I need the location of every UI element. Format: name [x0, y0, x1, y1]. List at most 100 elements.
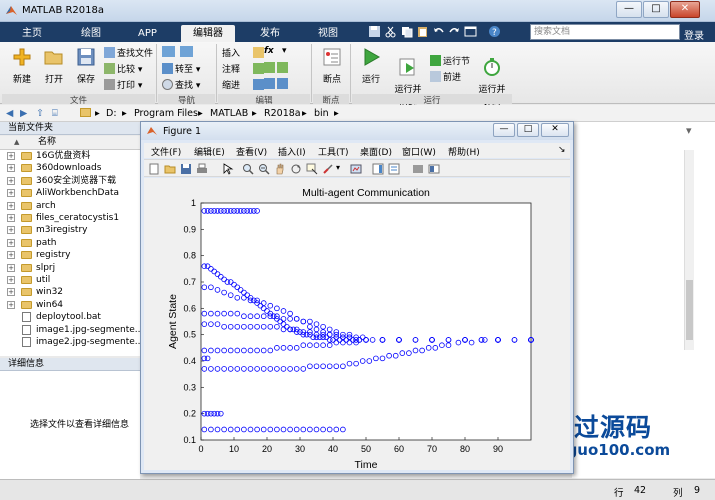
hide-plot-tools-icon[interactable]: [412, 163, 424, 175]
file-item[interactable]: image1.jpg-segmente...: [0, 324, 140, 337]
expand-icon[interactable]: +: [7, 214, 15, 222]
indent-more-icon[interactable]: [264, 78, 290, 90]
find-files-button[interactable]: 查找文件: [104, 46, 153, 59]
figure-close-button[interactable]: ✕: [541, 123, 569, 137]
login-link[interactable]: 登录: [684, 27, 704, 42]
new-button[interactable]: 新建: [8, 47, 36, 85]
path-segment[interactable]: Program Files: [134, 108, 198, 119]
folder-item[interactable]: + win32: [0, 286, 140, 299]
menu-file[interactable]: 文件(F): [151, 145, 181, 158]
tab-editor[interactable]: 编辑器: [181, 25, 235, 42]
editor-scrollbar[interactable]: [684, 150, 694, 350]
expand-icon[interactable]: +: [7, 251, 15, 260]
folder-item[interactable]: + win64: [0, 299, 140, 312]
tab-publish[interactable]: 发布: [248, 25, 292, 42]
find-button[interactable]: 查找 ▾: [162, 78, 200, 91]
goto-button[interactable]: 转至 ▾: [162, 62, 200, 75]
folder-item[interactable]: + m3iregistry: [0, 224, 140, 237]
quick-redo-icon[interactable]: [448, 25, 461, 38]
open-file-icon[interactable]: [164, 163, 176, 175]
link-plot-icon[interactable]: [350, 163, 362, 175]
print-figure-icon[interactable]: [196, 163, 208, 175]
expand-icon[interactable]: +: [7, 276, 15, 284]
search-icon[interactable]: ⌕: [667, 26, 673, 37]
expand-icon[interactable]: +: [7, 300, 15, 309]
wrap-comment-icon[interactable]: [264, 62, 290, 74]
menu-desktop[interactable]: 桌面(D): [360, 145, 392, 158]
indent-button[interactable]: 缩进: [222, 78, 266, 91]
quick-cut-icon[interactable]: [384, 25, 397, 38]
path-segment[interactable]: D:: [106, 108, 117, 119]
forward-icon[interactable]: ▶: [20, 108, 27, 119]
path-segment[interactable]: MATLAB: [210, 108, 248, 119]
insert-dropdown-icon[interactable]: ▾: [282, 46, 287, 56]
quick-copy-icon[interactable]: [400, 25, 413, 38]
rotate-3d-icon[interactable]: [290, 163, 302, 175]
expand-icon[interactable]: +: [7, 176, 15, 185]
expand-icon[interactable]: +: [7, 238, 15, 247]
edit-plot-arrow-icon[interactable]: [222, 163, 234, 175]
quick-undo-icon[interactable]: [432, 25, 445, 38]
advance-button[interactable]: 前进: [430, 70, 461, 83]
help-icon[interactable]: ?: [488, 25, 501, 38]
figure-minimize-button[interactable]: —: [493, 123, 515, 137]
path-segment[interactable]: R2018a: [264, 108, 301, 119]
quick-switch-window-icon[interactable]: [464, 25, 477, 38]
folder-item[interactable]: +16G优盘资料: [0, 150, 140, 163]
browse-folder-icon[interactable]: ⌸: [52, 108, 58, 119]
folder-item[interactable]: + arch: [0, 200, 140, 213]
quick-save-icon[interactable]: [368, 25, 381, 38]
path-segment[interactable]: bin: [314, 108, 329, 119]
comment-button[interactable]: 注释: [222, 62, 266, 75]
window-maximize-button[interactable]: □: [643, 1, 669, 18]
folder-item[interactable]: +360downloads: [0, 162, 140, 175]
menu-window[interactable]: 窗口(W): [402, 145, 436, 158]
expand-icon[interactable]: +: [7, 152, 15, 160]
window-minimize-button[interactable]: —: [616, 1, 642, 18]
new-figure-icon[interactable]: [148, 163, 160, 175]
folder-item[interactable]: + slprj: [0, 262, 140, 275]
tab-view[interactable]: 视图: [306, 25, 350, 42]
save-button[interactable]: 保存: [72, 47, 100, 85]
tab-apps[interactable]: APP: [126, 25, 169, 42]
file-item[interactable]: image2.jpg-segmente...: [0, 336, 140, 349]
tab-home[interactable]: 主页: [10, 25, 54, 42]
back-icon[interactable]: ◀: [6, 108, 13, 119]
menu-help[interactable]: 帮助(H): [448, 145, 480, 158]
insert-button[interactable]: 插入: [222, 46, 266, 59]
expand-icon[interactable]: +: [7, 288, 15, 297]
file-item[interactable]: deploytool.bat: [0, 311, 140, 324]
compare-button[interactable]: 比较 ▾: [104, 62, 142, 75]
menu-insert[interactable]: 插入(I): [278, 145, 306, 158]
search-documentation-input[interactable]: 搜索文档: [530, 24, 680, 40]
expand-icon[interactable]: +: [7, 189, 15, 198]
breakpoints-button[interactable]: 断点: [318, 47, 346, 85]
menu-view[interactable]: 查看(V): [236, 145, 267, 158]
data-cursor-icon[interactable]: [306, 163, 318, 175]
expand-icon[interactable]: +: [7, 201, 15, 210]
scrollbar-thumb[interactable]: [686, 280, 693, 340]
run-button[interactable]: 运行: [357, 47, 385, 85]
show-plot-tools-icon[interactable]: [428, 163, 440, 175]
folder-item[interactable]: +360安全浏览器下载: [0, 175, 140, 188]
folder-item[interactable]: + util: [0, 274, 140, 287]
expand-icon[interactable]: +: [7, 263, 15, 272]
up-folder-icon[interactable]: ⇧: [36, 108, 44, 119]
run-section-button[interactable]: 运行节: [430, 54, 470, 67]
fx-insert-function-button[interactable]: fx: [264, 46, 274, 56]
window-close-button[interactable]: ✕: [670, 1, 700, 18]
print-button[interactable]: 打印 ▾: [104, 78, 142, 91]
save-figure-icon[interactable]: [180, 163, 192, 175]
open-button[interactable]: 打开: [40, 47, 68, 85]
menu-edit[interactable]: 编辑(E): [194, 145, 225, 158]
expand-icon[interactable]: +: [7, 226, 15, 235]
name-column-header[interactable]: ▲ 名称: [0, 136, 140, 150]
tab-plots[interactable]: 绘图: [69, 25, 113, 42]
insert-legend-icon[interactable]: [388, 163, 400, 175]
folder-item[interactable]: + registry: [0, 249, 140, 262]
insert-colorbar-icon[interactable]: [372, 163, 384, 175]
zoom-out-icon[interactable]: [258, 163, 270, 175]
dock-arrow-icon[interactable]: ↘: [558, 145, 566, 155]
brush-dropdown-icon[interactable]: ▾: [336, 163, 340, 172]
folder-item[interactable]: + files_ceratocystis1: [0, 212, 140, 225]
